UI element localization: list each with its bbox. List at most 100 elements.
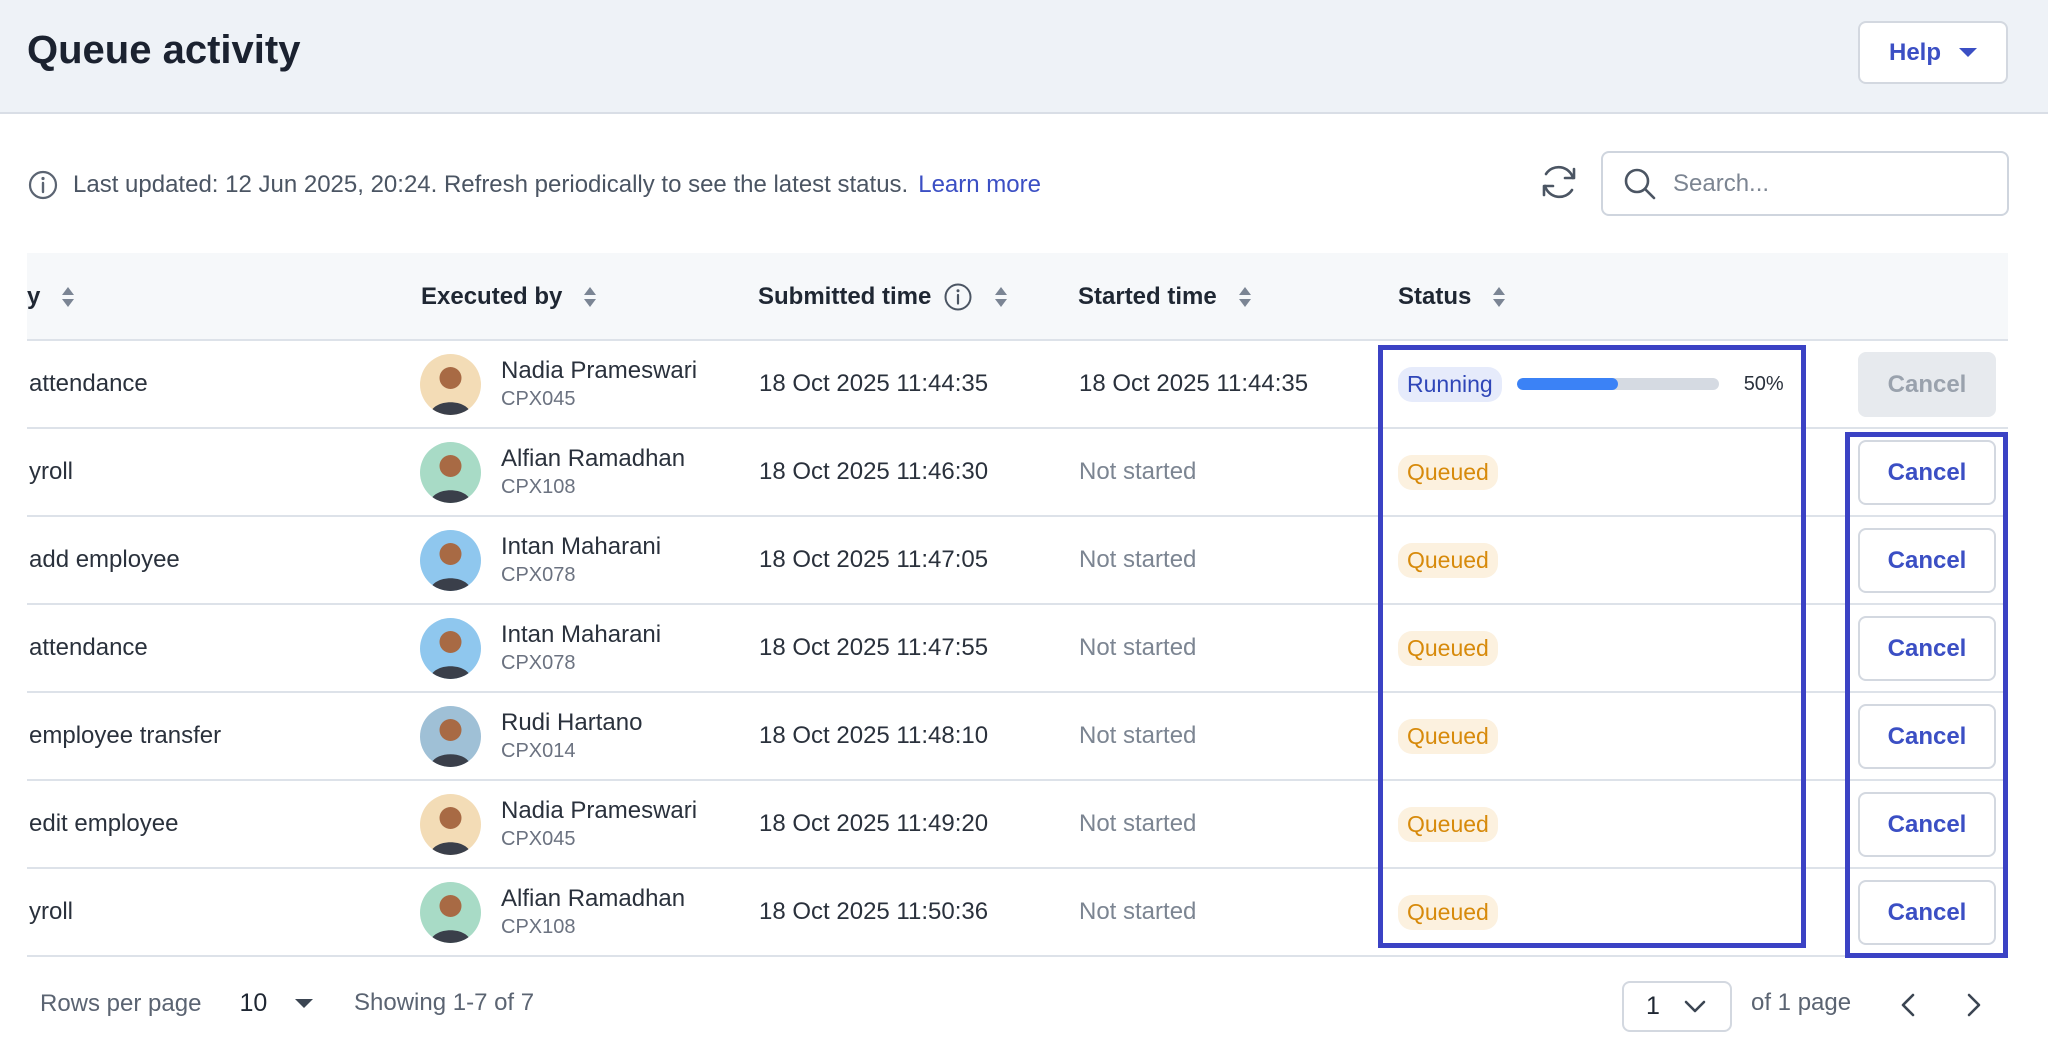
submitted-time: 18 Oct 2025 11:47:55	[759, 634, 989, 661]
column-label: Executed by	[421, 283, 563, 310]
rows-per-page: Rows per page 10	[40, 989, 314, 1018]
user-code: CPX108	[501, 916, 576, 938]
user-info: Alfian Ramadhan CPX108	[501, 444, 685, 500]
sort-icon	[995, 286, 1008, 308]
avatar	[420, 353, 481, 415]
column-header-started-time[interactable]: Started time	[1078, 253, 1251, 341]
submitted-time: 18 Oct 2025 11:50:36	[759, 898, 989, 925]
started-time: Not started	[1079, 722, 1197, 749]
job-name: attendance	[29, 634, 148, 661]
user-code: CPX108	[501, 476, 576, 498]
user-name: Alfian Ramadhan	[501, 885, 686, 912]
chevron-left-icon[interactable]	[1897, 993, 1921, 1017]
column-label: y	[27, 283, 41, 310]
submitted-time: 18 Oct 2025 11:44:35	[759, 370, 989, 397]
avatar	[420, 881, 481, 943]
executed-by: Alfian Ramadhan CPX108	[420, 869, 685, 955]
user-code: CPX014	[501, 740, 576, 762]
column-label: Started time	[1078, 283, 1217, 310]
cancel-column-highlight	[1845, 432, 2008, 958]
user-code: CPX045	[501, 828, 576, 850]
started-time: 18 Oct 2025 11:44:35	[1079, 370, 1309, 397]
learn-more-link[interactable]: Learn more	[918, 171, 1041, 199]
column-header-job[interactable]: y	[27, 253, 75, 341]
chevron-down-icon	[1684, 1000, 1706, 1012]
person-icon	[430, 630, 471, 679]
search-icon	[1624, 168, 1656, 199]
user-name: Intan Maharani	[501, 621, 662, 648]
rows-per-page-label: Rows per page	[40, 989, 202, 1017]
executed-by: Nadia Prameswari CPX045	[420, 341, 697, 427]
page-title: Queue activity	[27, 28, 301, 72]
job-name: yroll	[29, 458, 74, 485]
started-time: Not started	[1079, 546, 1197, 573]
column-header-submitted-time[interactable]: Submitted time	[758, 253, 1008, 341]
user-name: Nadia Prameswari	[501, 357, 698, 384]
user-info: Nadia Prameswari CPX045	[501, 796, 697, 852]
table-footer: Rows per page 10 Showing 1-7 of 7 1 of 1…	[0, 955, 2048, 1056]
page-number: 1	[1646, 992, 1660, 1020]
info-icon	[944, 283, 972, 311]
page-count: of 1 page	[1751, 989, 1852, 1016]
column-label: Status	[1398, 283, 1472, 310]
person-icon	[430, 806, 471, 855]
page-header: Queue activity Help	[0, 0, 2048, 114]
job-name: yroll	[29, 898, 74, 925]
started-time: Not started	[1079, 898, 1197, 925]
info-icon	[28, 170, 58, 200]
status-column-highlight	[1378, 345, 1806, 948]
chevron-right-icon[interactable]	[1961, 993, 1985, 1017]
sort-icon	[62, 286, 75, 308]
person-icon	[430, 366, 471, 415]
user-code: CPX078	[501, 564, 576, 586]
showing-count: Showing 1-7 of 7	[354, 989, 535, 1016]
job-name: employee transfer	[29, 722, 222, 749]
job-name: edit employee	[29, 810, 179, 837]
sort-icon	[584, 286, 597, 308]
avatar	[420, 529, 481, 591]
job-name: add employee	[29, 546, 180, 573]
page-select[interactable]: 1	[1622, 981, 1732, 1032]
refresh-icon[interactable]	[1537, 160, 1581, 204]
user-name: Intan Maharani	[501, 533, 662, 560]
column-label: Submitted time	[758, 283, 932, 310]
job-name: attendance	[29, 370, 148, 397]
column-header-executed-by[interactable]: Executed by	[421, 253, 597, 341]
user-name: Rudi Hartano	[501, 709, 643, 736]
user-name: Alfian Ramadhan	[501, 445, 686, 472]
chevron-down-icon[interactable]	[295, 999, 314, 1008]
started-time: Not started	[1079, 458, 1197, 485]
column-header-status[interactable]: Status	[1398, 253, 1506, 341]
person-icon	[430, 542, 471, 591]
search-box[interactable]	[1601, 151, 2009, 216]
executed-by: Rudi Hartano CPX014	[420, 693, 642, 779]
submitted-time: 18 Oct 2025 11:49:20	[759, 810, 989, 837]
user-info: Intan Maharani CPX078	[501, 620, 661, 676]
executed-by: Nadia Prameswari CPX045	[420, 781, 697, 867]
user-info: Intan Maharani CPX078	[501, 532, 661, 588]
started-time: Not started	[1079, 810, 1197, 837]
submitted-time: 18 Oct 2025 11:48:10	[759, 722, 989, 749]
executed-by: Intan Maharani CPX078	[420, 517, 661, 603]
avatar	[420, 617, 481, 679]
last-updated-bar: Last updated: 12 Jun 2025, 20:24. Refres…	[27, 165, 1041, 205]
sort-icon	[1238, 286, 1251, 308]
search-input[interactable]	[1673, 169, 1973, 198]
table-header: y Executed by Submitted time Started tim…	[27, 253, 2008, 341]
person-icon	[430, 894, 471, 943]
person-icon	[430, 454, 471, 503]
avatar	[420, 441, 481, 503]
executed-by: Intan Maharani CPX078	[420, 605, 661, 691]
user-code: CPX078	[501, 652, 576, 674]
user-info: Alfian Ramadhan CPX108	[501, 884, 685, 940]
sort-icon	[1493, 286, 1506, 308]
cancel-button[interactable]: Cancel	[1858, 352, 1996, 417]
help-label: Help	[1888, 38, 1941, 66]
rows-per-page-select[interactable]: 10	[239, 989, 267, 1018]
user-info: Rudi Hartano CPX014	[501, 708, 642, 764]
chevron-down-icon	[1959, 48, 1977, 57]
avatar	[420, 793, 481, 855]
help-button[interactable]: Help	[1858, 21, 2008, 84]
submitted-time: 18 Oct 2025 11:46:30	[759, 458, 989, 485]
submitted-time: 18 Oct 2025 11:47:05	[759, 546, 989, 573]
